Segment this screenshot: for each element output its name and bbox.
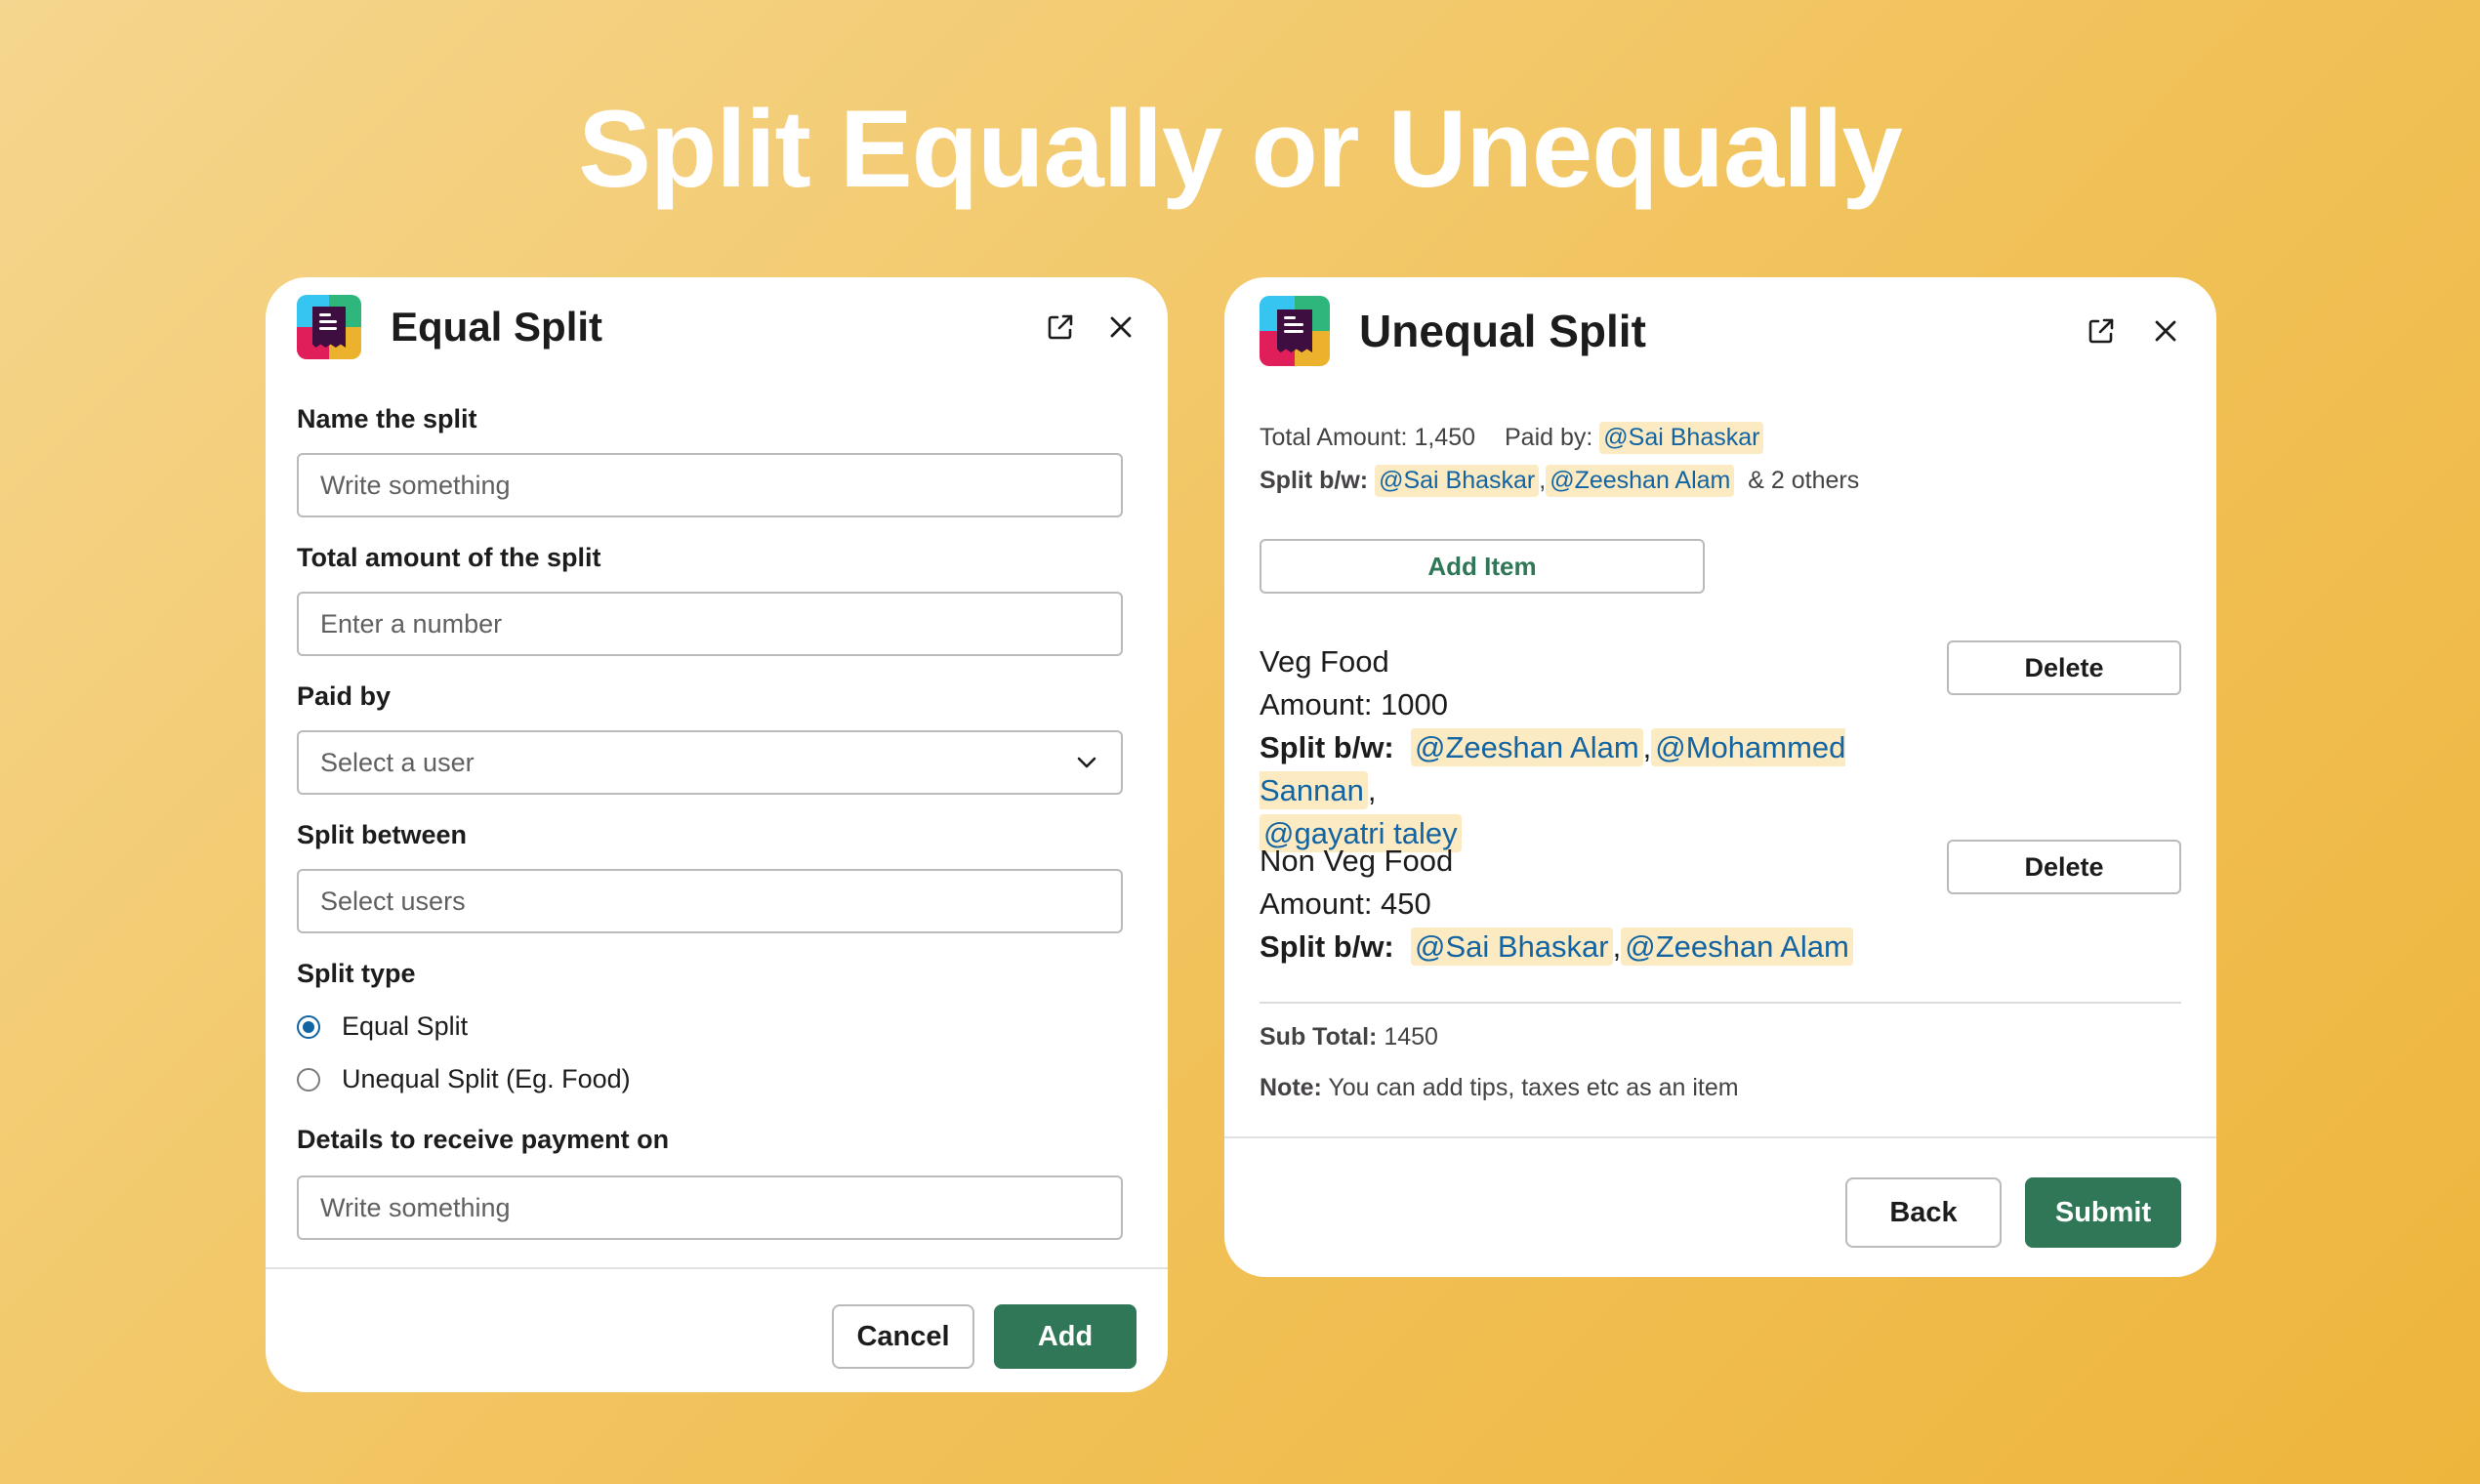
subtotal-divider [1260,1002,2181,1004]
mention-user[interactable]: @Zeeshan Alam [1411,728,1643,766]
paid-by-label: Paid by: [1505,424,1593,451]
summary-line-1: Total Amount: 1,450 Paid by: @Sai Bhaska… [1260,422,1764,454]
paid-by-select[interactable]: Select a user [297,730,1123,795]
summary-line-2: Split b/w: @Sai Bhaskar, @Zeeshan Alam & … [1260,465,1859,497]
note-label: Note: [1260,1074,1322,1101]
total-amount-label: Total Amount: [1260,424,1408,451]
add-button[interactable]: Add [994,1304,1137,1369]
mention-paid-by[interactable]: @Sai Bhaskar [1599,422,1764,454]
payment-details-input[interactable] [297,1175,1123,1240]
note-text: You can add tips, taxes etc as an item [1328,1074,1739,1101]
back-button[interactable]: Back [1845,1177,2002,1248]
item-name: Non Veg Food [1260,844,1454,878]
cancel-button[interactable]: Cancel [832,1304,974,1369]
modal-header: Equal Split [297,293,1137,361]
subtotal-value: 1450 [1384,1023,1438,1051]
item-split-label: Split b/w: [1260,929,1394,964]
split-name-input[interactable] [297,453,1123,517]
total-amount-input[interactable] [297,592,1123,656]
add-item-button[interactable]: Add Item [1260,539,1705,594]
radio-equal-split[interactable]: Equal Split [297,1011,468,1042]
receipt-app-icon [297,295,361,359]
modal-header: Unequal Split [1260,296,2181,366]
total-amount-value: 1,450 [1414,424,1475,451]
mention-user[interactable]: @Sai Bhaskar [1411,928,1613,966]
name-split-label: Name the split [297,404,477,433]
split-bw-label: Split b/w: [1260,467,1369,494]
split-between-label: Split between [297,820,468,849]
item-amount: Amount: 1000 [1260,687,1449,721]
delete-item-button[interactable]: Delete [1947,840,2181,894]
mention-user[interactable]: @Zeeshan Alam [1621,928,1853,966]
paid-by-label: Paid by [297,681,392,711]
item-name: Veg Food [1260,644,1389,679]
external-link-icon[interactable] [1045,311,1076,343]
paid-by-placeholder: Select a user [320,747,475,777]
split-type-label: Split type [297,959,416,988]
radio-button[interactable] [297,1067,320,1092]
footer-divider [266,1267,1168,1269]
split-between-placeholder: Select users [320,886,466,916]
external-link-icon[interactable] [2086,315,2117,347]
modal-title: Equal Split [391,304,603,350]
close-icon[interactable] [1105,311,1137,343]
close-icon[interactable] [2150,315,2181,347]
footer-divider [1224,1136,2216,1138]
radio-label: Unequal Split (Eg. Food) [342,1064,631,1093]
subtotal-line: Sub Total: 1450 [1260,1023,1438,1051]
radio-button-selected[interactable] [297,1014,320,1039]
item-amount: Amount: 450 [1260,886,1431,921]
list-item: Veg Food Amount: 1000 Split b/w: @Zeesha… [1260,640,1943,855]
subtotal-label: Sub Total: [1260,1023,1378,1051]
modal-title: Unequal Split [1359,306,1646,356]
delete-item-button[interactable]: Delete [1947,640,2181,695]
item-split-label: Split b/w: [1260,730,1394,764]
radio-label: Equal Split [342,1011,469,1041]
submit-button[interactable]: Submit [2025,1177,2181,1248]
split-between-select[interactable]: Select users [297,869,1123,933]
unequal-split-modal: Unequal Split Total Amount: 1,450 Paid b… [1224,277,2216,1277]
mention-user[interactable]: @Sai Bhaskar [1375,465,1540,497]
others-count: & 2 others [1748,467,1860,494]
mention-user[interactable]: @Zeeshan Alam [1546,465,1735,497]
chevron-down-icon [1074,750,1099,775]
receipt-app-icon [1260,296,1330,366]
equal-split-modal: Equal Split Name the split Total amount … [266,277,1168,1392]
page-headline: Split Equally or Unequally [578,88,1903,210]
payment-details-label: Details to receive payment on [297,1125,670,1154]
total-amount-label: Total amount of the split [297,543,601,572]
note-line: Note: You can add tips, taxes etc as an … [1260,1074,1739,1102]
list-item: Non Veg Food Amount: 450 Split b/w: @Sai… [1260,840,1943,969]
radio-unequal-split[interactable]: Unequal Split (Eg. Food) [297,1064,631,1094]
